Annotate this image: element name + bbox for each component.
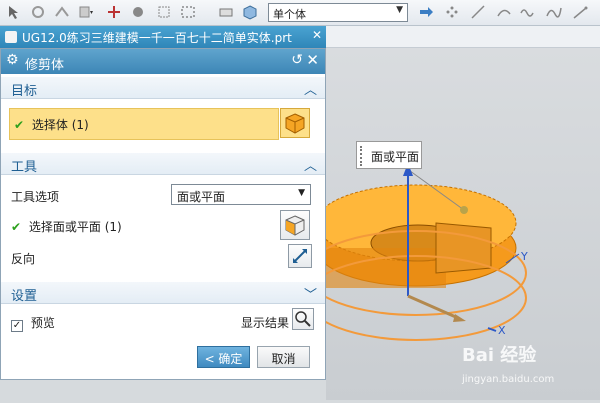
close-icon[interactable]: ✕ [306, 51, 319, 69]
watermark-url: jingyan.baidu.com [462, 374, 555, 385]
reverse-direction-button[interactable] [288, 244, 312, 268]
section-settings-title: 设置 [11, 289, 38, 304]
tool-option-value: 面或平面 [177, 190, 226, 204]
chevron-down-icon: ▼ [298, 188, 305, 198]
select-face-button[interactable] [280, 210, 310, 240]
y-axis-label: Y [520, 250, 528, 263]
grip-icon [360, 146, 365, 166]
curve-icon[interactable] [496, 4, 512, 20]
preview-checkbox-row[interactable]: ✓ 预览 [11, 314, 55, 332]
tool-option-label: 工具选项 [11, 190, 60, 204]
cube-icon[interactable] [242, 4, 258, 20]
section-target[interactable]: 目标 ︿ [1, 77, 325, 99]
section-settings[interactable]: 设置 ﹀ [1, 282, 325, 304]
preview-label: 预览 [30, 316, 55, 330]
close-tab-icon[interactable]: ✕ [312, 28, 322, 42]
tooltip-text: 面或平面 [371, 150, 420, 164]
check-icon: ✔ [14, 118, 25, 132]
section-tool[interactable]: 工具 ︿ [1, 153, 325, 175]
dialog-title: 修剪体 [25, 58, 65, 73]
cube-face-icon [285, 215, 305, 236]
cursor-icon[interactable] [6, 4, 22, 20]
magnifier-icon [295, 311, 311, 327]
cube-icon [285, 113, 305, 134]
watermark: Bai 经验 [462, 345, 537, 366]
document-tab[interactable]: UG12.0练习三维建模一千一百七十二简单实体.prt ✕ [0, 26, 326, 48]
selection-filter-value: 单个体 [273, 8, 306, 21]
section-tool-title: 工具 [11, 160, 38, 175]
document-title: UG12.0练习三维建模一千一百七十二简单实体.prt [22, 31, 292, 45]
cancel-button[interactable]: 取消 [257, 346, 310, 368]
show-result-button[interactable] [292, 308, 314, 330]
snap-icon[interactable] [54, 4, 70, 20]
x-axis-label: X [498, 324, 506, 337]
preview-checkbox[interactable]: ✓ [11, 320, 23, 332]
trim-body-dialog: ⚙ 修剪体 ↺ ✕ 目标 ︿ ✔ 选择体 (1) 工具 ︿ 工具选项 面或平面 … [0, 48, 326, 381]
face-plane-tooltip: 面或平面 [356, 141, 422, 169]
filter-dropdown-icon[interactable] [78, 4, 94, 20]
reverse-direction-icon [293, 249, 307, 263]
chevron-up-icon[interactable]: ︿ [304, 79, 317, 98]
selection-filter-dropdown[interactable]: 单个体 ▼ [268, 3, 408, 22]
wave-icon[interactable] [520, 4, 536, 20]
ok-button[interactable]: < 确定 > [197, 346, 250, 381]
reverse-label: 反向 [11, 252, 36, 266]
chevron-up-icon[interactable]: ︿ [304, 155, 317, 174]
tab-strip [326, 26, 600, 48]
spline-icon[interactable] [546, 4, 562, 20]
section-target-title: 目标 [11, 84, 38, 99]
reset-icon[interactable]: ↺ [291, 52, 303, 68]
select-body-row[interactable]: ✔ 选择体 (1) [9, 108, 279, 140]
check-icon: ✔ [11, 220, 22, 234]
hand-icon[interactable] [130, 4, 146, 20]
part-file-icon [5, 31, 17, 43]
line-icon[interactable] [470, 4, 486, 20]
move-icon[interactable] [30, 4, 46, 20]
arrow-right-icon[interactable] [418, 4, 434, 20]
top-toolbar: 单个体 ▼ [0, 0, 600, 26]
chevron-down-icon: ▼ [396, 5, 403, 15]
eraser-icon[interactable] [218, 4, 234, 20]
tool-option-select[interactable]: 面或平面 ▼ [171, 184, 311, 205]
select-body-button[interactable] [280, 108, 310, 138]
chevron-down-icon[interactable]: ﹀ [304, 284, 317, 303]
points-icon[interactable] [444, 4, 460, 20]
gear-icon[interactable]: ⚙ [6, 52, 19, 68]
edge-icon[interactable] [572, 4, 588, 20]
select-face-row[interactable]: ✔ 选择面或平面 (1) [11, 218, 122, 235]
show-result-label: 显示结果 [241, 316, 290, 330]
select-body-label: 选择体 (1) [31, 118, 89, 132]
select-face-label: 选择面或平面 (1) [28, 220, 122, 234]
point-snap-icon[interactable] [106, 4, 122, 20]
dialog-header: ⚙ 修剪体 ↺ ✕ [1, 49, 325, 74]
rect-select-icon[interactable] [180, 4, 196, 20]
select-feature-icon[interactable] [156, 4, 172, 20]
